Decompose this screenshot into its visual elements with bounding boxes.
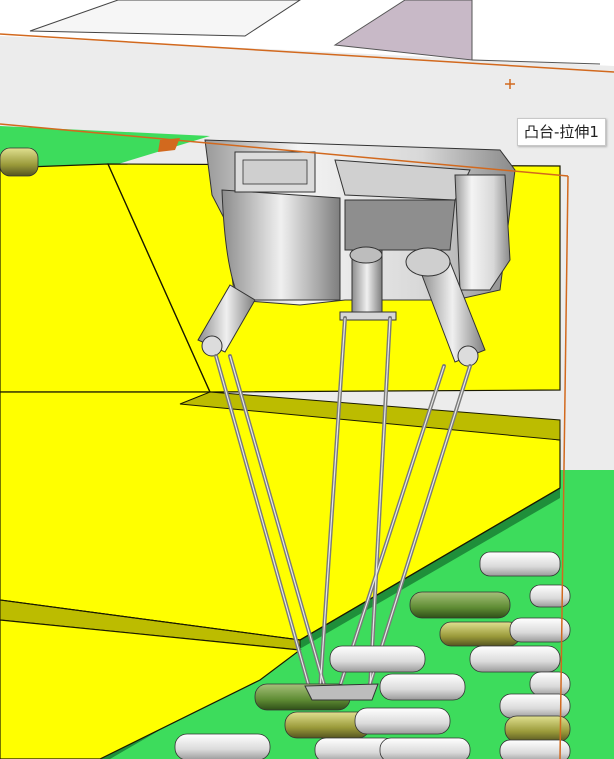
feature-tooltip: 凸台-拉伸1 — [517, 118, 606, 146]
end-effector[interactable] — [304, 683, 379, 701]
origin-marker-icon — [505, 79, 515, 89]
bottle-white[interactable] — [0, 147, 39, 177]
cad-viewport[interactable] — [0, 0, 614, 759]
model-canvas[interactable] — [0, 0, 614, 759]
top-coupler[interactable] — [339, 311, 397, 321]
sketch-plane[interactable] — [0, 0, 614, 73]
